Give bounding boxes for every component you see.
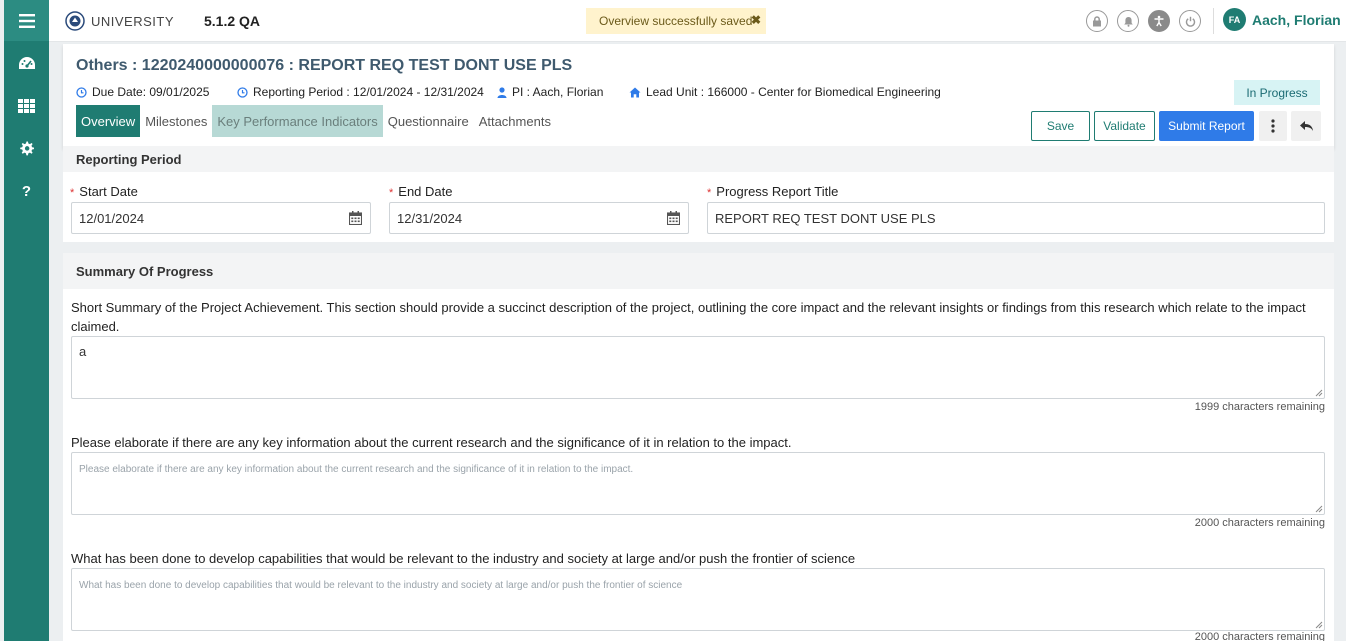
end-date-value: 12/31/2024 [397,210,463,226]
pi-text: PI : Aach, Florian [512,85,604,99]
required-marker: * [707,187,712,199]
start-date-label: * Start Date [70,184,138,199]
status-badge: In Progress [1234,80,1320,105]
tab-milestones[interactable]: Milestones [140,105,212,137]
required-marker: * [70,187,75,199]
textarea-value: a [79,344,87,359]
lock-icon[interactable] [1086,10,1108,32]
reporting-period: Reporting Period : 12/01/2024 - 12/31/20… [237,85,484,99]
accessibility-icon[interactable] [1148,10,1170,32]
submit-report-button[interactable]: Submit Report [1159,111,1254,141]
progress-report-title-value: REPORT REQ TEST DONT USE PLS [715,210,936,226]
textarea-placeholder: What has been done to develop capabiliti… [79,580,683,591]
lead-unit-text: Lead Unit : 166000 - Center for Biomedic… [646,85,941,99]
principal-investigator: PI : Aach, Florian [497,85,603,99]
question-label: Short Summary of the Project Achievement… [71,300,1306,334]
tab-attachments[interactable]: Attachments [474,105,556,137]
success-toast: Overview successfully saved ✖ [586,8,766,34]
characters-remaining: 1999 characters remaining [1194,401,1325,413]
start-date-field[interactable]: 12/01/2024 [71,202,371,234]
lead-unit: Lead Unit : 166000 - Center for Biomedic… [629,85,941,99]
user-menu[interactable]: FA Aach, Florian [1223,8,1341,31]
start-date-label-text: Start Date [79,184,138,199]
calendar-icon[interactable] [667,211,680,225]
clock-icon [76,86,87,98]
report-actions: Save Validate Submit Report [1031,111,1321,141]
question-label: What has been done to develop capabiliti… [71,551,856,566]
key-information-textarea[interactable]: Please elaborate if there are any key in… [71,452,1325,515]
validate-button[interactable]: Validate [1094,111,1155,141]
toast-message: Overview successfully saved [599,14,753,28]
summary-of-progress-section: Summary Of Progress Short Summary of the… [63,253,1334,641]
end-date-field[interactable]: 12/31/2024 [389,202,689,234]
end-date-label: * End Date [389,184,452,199]
end-date-label-text: End Date [398,184,453,199]
due-date: Due Date: 09/01/2025 [76,85,209,99]
university-logo[interactable]: UNIVERSITY [65,11,174,31]
characters-remaining: 2000 characters remaining [1194,517,1325,529]
close-icon[interactable]: ✖ [751,13,761,27]
brand-name: UNIVERSITY [91,13,175,29]
tab-key-performance-indicators[interactable]: Key Performance Indicators [212,105,383,137]
clock-icon [237,86,248,98]
version-label: 5.1.2 QA [204,13,261,29]
dashboard-icon[interactable] [4,41,49,84]
header-icons [1086,10,1201,32]
report-header: Others : 1220240000000076 : REPORT REQ T… [63,44,1334,148]
bell-icon[interactable] [1117,10,1139,32]
section-title: Reporting Period [63,146,1334,172]
reporting-period-text: Reporting Period : 12/01/2024 - 12/31/20… [253,85,484,99]
top-header: UNIVERSITY 5.1.2 QA Overview successfull… [49,0,1346,42]
gear-icon[interactable] [4,127,49,170]
user-icon [497,86,507,98]
reporting-period-section: Reporting Period * Start Date 12/01/2024 … [63,146,1334,242]
capabilities-textarea[interactable]: What has been done to develop capabiliti… [71,568,1325,631]
more-options-icon[interactable] [1259,111,1287,141]
user-name: Aach, Florian [1252,11,1341,28]
resize-handle-icon[interactable] [1315,505,1323,513]
university-seal-icon [65,11,85,31]
avatar: FA [1223,8,1246,31]
due-date-text: Due Date: 09/01/2025 [92,85,210,99]
start-date-value: 12/01/2024 [79,210,145,226]
progress-report-title-field[interactable]: REPORT REQ TEST DONT USE PLS [707,202,1325,234]
characters-remaining: 2000 characters remaining [1194,631,1325,641]
progress-report-title-label-text: Progress Report Title [716,184,839,199]
home-icon [629,87,641,97]
back-arrow-icon[interactable] [1291,111,1321,141]
short-summary-textarea[interactable]: a [71,336,1325,399]
header-divider [1213,8,1214,34]
page-title: Others : 1220240000000076 : REPORT REQ T… [76,57,573,74]
power-icon[interactable] [1179,10,1201,32]
question-icon[interactable]: ? [4,170,49,213]
save-button[interactable]: Save [1031,111,1090,141]
report-tabs: Overview Milestones Key Performance Indi… [76,105,556,137]
section-title: Summary Of Progress [63,253,1334,289]
required-marker: * [389,187,394,199]
calendar-icon[interactable] [349,211,362,225]
grid-icon[interactable] [4,84,49,127]
hamburger-icon[interactable] [4,0,49,41]
question-label: Please elaborate if there are any key in… [71,435,792,450]
resize-handle-icon[interactable] [1315,389,1323,397]
tab-overview[interactable]: Overview [76,105,141,137]
resize-handle-icon[interactable] [1315,621,1323,629]
progress-report-title-label: * Progress Report Title [707,184,838,199]
tab-questionnaire[interactable]: Questionnaire [383,105,474,137]
textarea-placeholder: Please elaborate if there are any key in… [79,464,634,475]
sidebar: ? [4,0,49,641]
